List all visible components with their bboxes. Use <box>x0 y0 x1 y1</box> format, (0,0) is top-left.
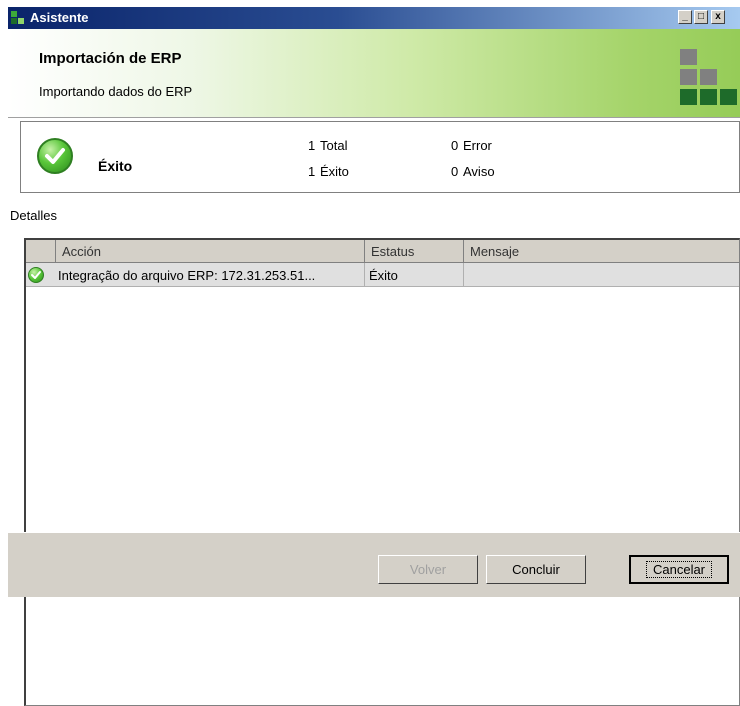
window-titlebar: Asistente _ □ x <box>8 7 740 29</box>
cell-accion: Integração do arquivo ERP: 172.31.253.51… <box>56 263 365 286</box>
stat-warning-label: Aviso <box>463 164 495 179</box>
wizard-footer: Volver Concluir Cancelar <box>8 532 740 597</box>
cancel-button[interactable]: Cancelar <box>629 555 729 584</box>
wizard-subtitle: Importando dados do ERP <box>39 84 193 99</box>
stat-success-label: Éxito <box>320 164 349 179</box>
stat-error-label: Error <box>463 138 492 153</box>
cell-mensaje <box>464 263 740 286</box>
app-icon <box>11 11 25 25</box>
cancel-button-label: Cancelar <box>645 561 713 578</box>
table-header: Acción Estatus Mensaje <box>26 240 740 263</box>
result-summary-panel: Éxito 1 Total 1 Éxito 0 Error 0 Aviso <box>20 121 740 193</box>
row-icon-cell <box>26 263 56 286</box>
window-title: Asistente <box>30 10 89 25</box>
product-logo-icon <box>680 49 740 105</box>
stat-error-count: 0 <box>451 138 459 153</box>
cell-estatus: Éxito <box>365 263 464 286</box>
stat-total-label: Total <box>320 138 348 153</box>
column-header-mensaje[interactable]: Mensaje <box>464 240 740 263</box>
success-check-icon <box>28 267 44 283</box>
maximize-button[interactable]: □ <box>694 10 708 24</box>
column-header-accion[interactable]: Acción <box>56 240 365 263</box>
table-row[interactable]: Integração do arquivo ERP: 172.31.253.51… <box>26 263 739 287</box>
details-label: Detalles <box>10 208 57 223</box>
stat-warning-count: 0 <box>451 164 459 179</box>
close-button[interactable]: x <box>711 10 725 24</box>
wizard-header: Importación de ERP Importando dados do E… <box>8 29 740 118</box>
success-check-icon <box>37 138 73 174</box>
result-status: Éxito <box>98 158 133 174</box>
back-button[interactable]: Volver <box>378 555 478 584</box>
column-header-estatus[interactable]: Estatus <box>365 240 464 263</box>
wizard-title: Importación de ERP <box>39 50 182 67</box>
column-header-icon[interactable] <box>26 240 56 263</box>
details-table[interactable]: Acción Estatus Mensaje Integração do arq… <box>24 238 740 706</box>
minimize-button[interactable]: _ <box>678 10 692 24</box>
finish-button[interactable]: Concluir <box>486 555 586 584</box>
stat-total-count: 1 <box>308 138 316 153</box>
stat-success-count: 1 <box>308 164 316 179</box>
